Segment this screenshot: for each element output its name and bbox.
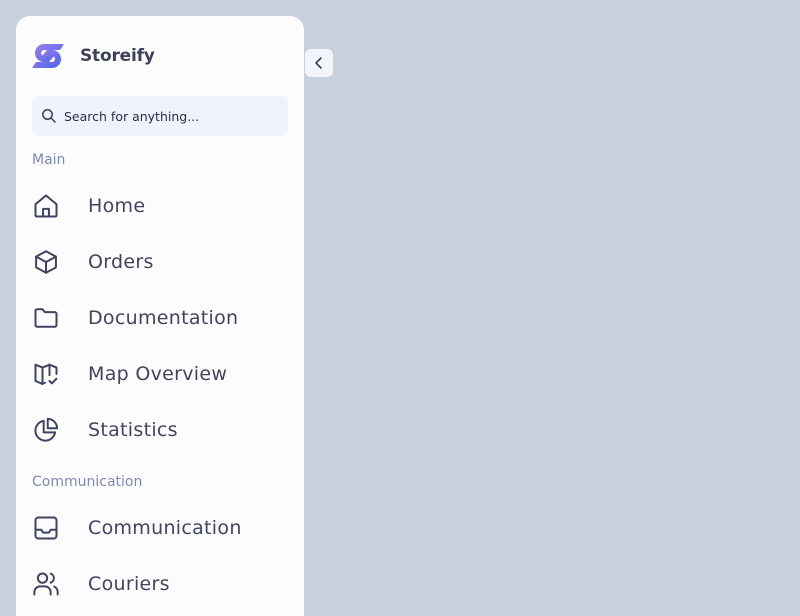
collapse-sidebar-button[interactable] [304, 48, 334, 78]
storeify-logo [32, 44, 64, 68]
sidebar-item-home[interactable]: Home [32, 184, 288, 228]
sidebar-item-orders[interactable]: Orders [32, 240, 288, 284]
home-icon [32, 192, 60, 220]
search-input[interactable] [64, 108, 264, 124]
chevron-left-icon [315, 57, 322, 69]
section-label-main: Main [32, 152, 66, 168]
map-check-icon [32, 360, 60, 388]
search-box[interactable] [32, 96, 288, 136]
sidebar-item-label: Documentation [88, 307, 239, 329]
users-icon [32, 570, 60, 598]
sidebar-item-communication[interactable]: Communication [32, 506, 288, 550]
sidebar-item-statistics[interactable]: Statistics [32, 408, 288, 452]
sidebar-item-label: Orders [88, 251, 154, 273]
sidebar-item-label: Home [88, 195, 146, 217]
app-name: Storeify [80, 46, 155, 66]
inbox-icon [32, 514, 60, 542]
section-label-communication: Communication [32, 474, 143, 490]
sidebar-item-label: Couriers [88, 573, 170, 595]
sidebar-item-documentation[interactable]: Documentation [32, 296, 288, 340]
folder-icon [32, 304, 60, 332]
sidebar-item-label: Map Overview [88, 363, 228, 385]
brand[interactable]: Storeify [32, 40, 155, 72]
sidebar-item-couriers[interactable]: Couriers [32, 562, 288, 606]
sidebar-item-label: Statistics [88, 419, 178, 441]
sidebar-item-label: Communication [88, 517, 242, 539]
sidebar-item-map-overview[interactable]: Map Overview [32, 352, 288, 396]
search-icon [42, 109, 56, 123]
box-icon [32, 248, 60, 276]
pie-chart-icon [32, 416, 60, 444]
sidebar: Storeify Main Home Ord [16, 16, 334, 616]
